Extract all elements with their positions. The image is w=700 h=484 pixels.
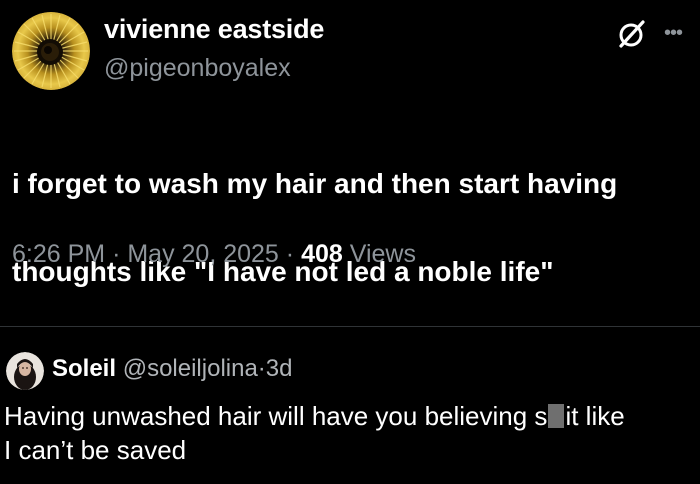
post-text: i forget to wash my hair and then start …: [12, 118, 696, 338]
post-date[interactable]: May 20, 2025: [127, 240, 279, 268]
reply-text-after-censor: it like: [565, 401, 625, 431]
post-metadata: 6:26 PM · May 20, 2025 · 408 Views: [12, 240, 416, 269]
reply-text: Having unwashed hair will have you belie…: [4, 399, 696, 467]
reply-text-line-1: Having unwashed hair will have you belie…: [4, 399, 696, 433]
grok-icon[interactable]: [616, 18, 648, 50]
user-handle[interactable]: @pigeonboyalex: [104, 54, 291, 83]
reply-avatar-image: [6, 352, 44, 390]
reply-text-line-2: I can’t be saved: [4, 435, 187, 465]
reply-display-name[interactable]: Soleil: [52, 355, 116, 382]
reply-avatar[interactable]: [6, 352, 44, 390]
censor-block: [548, 404, 565, 428]
display-name[interactable]: vivienne eastside: [104, 14, 324, 45]
reply-separator: ·: [257, 355, 266, 382]
more-horizontal-icon[interactable]: •••: [664, 22, 683, 45]
reply-text-before-censor: Having unwashed hair will have you belie…: [4, 401, 548, 431]
reply-handle[interactable]: @soleiljolina: [123, 355, 258, 382]
views-label[interactable]: Views: [350, 240, 416, 268]
reply-header: Soleil @soleiljolina·3d: [52, 355, 293, 383]
avatar[interactable]: [12, 12, 90, 90]
meta-separator: ·: [112, 240, 121, 268]
main-post: vivienne eastside @pigeonboyalex ••• i f…: [0, 0, 700, 326]
reply-post: Soleil @soleiljolina·3d Having unwashed …: [0, 327, 700, 484]
post-text-line-1: i forget to wash my hair and then start …: [12, 168, 618, 199]
meta-separator: ·: [285, 240, 295, 268]
post-time[interactable]: 6:26 PM: [12, 240, 105, 268]
reply-age[interactable]: 3d: [266, 355, 293, 382]
sunflower-avatar-image: [12, 12, 90, 90]
views-count: 408: [301, 240, 343, 268]
